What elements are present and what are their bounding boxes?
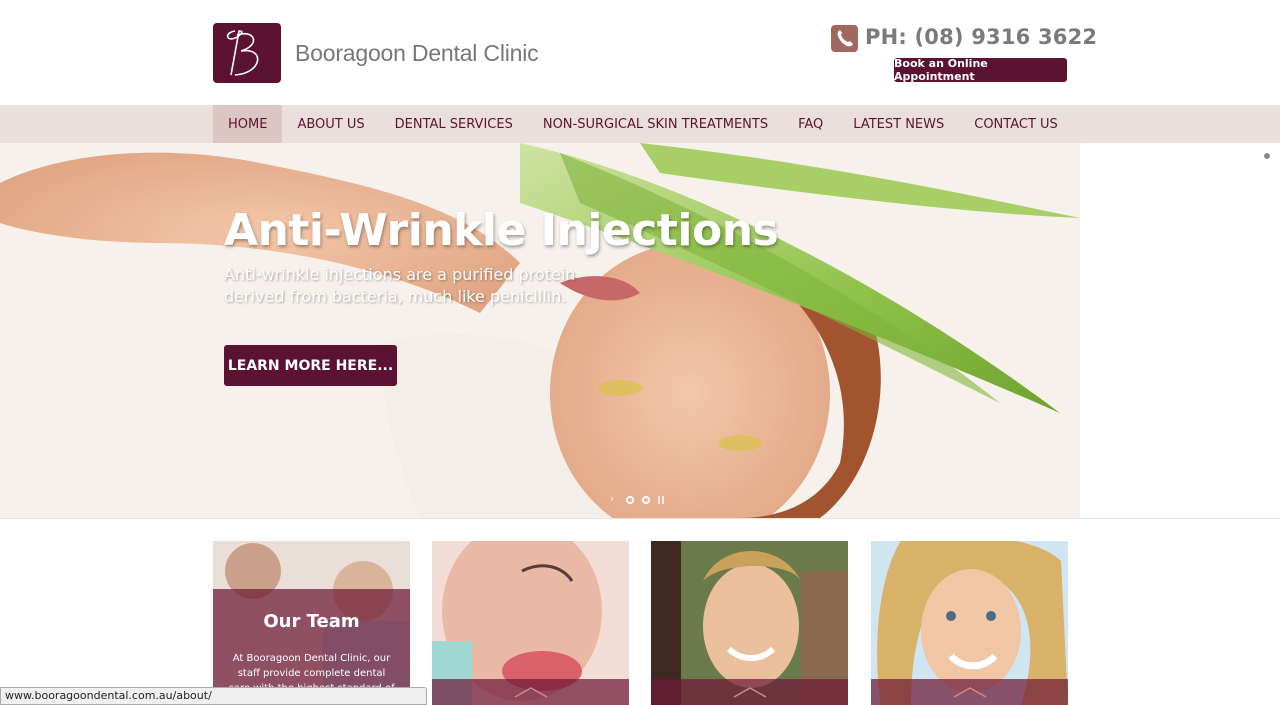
logo-text[interactable]: Booragoon Dental Clinic [295, 40, 539, 67]
nav-item-contact-us[interactable]: CONTACT US [959, 105, 1073, 143]
hero-title: Anti-Wrinkle Injections [224, 205, 779, 256]
slider-dot-1[interactable] [626, 496, 634, 504]
learn-more-button[interactable]: LEARN MORE HERE... [224, 345, 397, 386]
card-dental[interactable] [432, 541, 629, 705]
chevron-up-icon[interactable] [730, 685, 770, 699]
logo-b-icon[interactable] [213, 23, 281, 83]
slider-controls: › [610, 495, 664, 505]
chevron-up-icon[interactable] [950, 685, 990, 699]
card-smile-woman[interactable] [871, 541, 1068, 705]
card-title: Our Team [263, 611, 360, 632]
nav-item-home[interactable]: HOME [213, 105, 283, 143]
hero-slider: Anti-Wrinkle Injections Anti-wrinkle inj… [0, 143, 1280, 518]
hero-subtitle: Anti-wrinkle injections are a purified p… [224, 265, 576, 306]
section-divider [0, 518, 1280, 519]
nav-item-latest-news[interactable]: LATEST NEWS [838, 105, 959, 143]
hero-image [0, 143, 1280, 518]
card-bar [432, 679, 629, 705]
scroll-indicator[interactable] [1264, 153, 1270, 159]
card-smiles[interactable] [651, 541, 848, 705]
phone-number: PH: (08) 9316 3622 [865, 25, 1098, 49]
book-appointment-button[interactable]: Book an Online Appointment [894, 57, 1067, 83]
card-bar [651, 679, 848, 705]
site-header: Booragoon Dental Clinic PH: (08) 9316 36… [0, 0, 1280, 105]
browser-status-bar: www.booragoondental.com.au/about/ [0, 687, 427, 705]
slider-dot-2[interactable] [642, 496, 650, 504]
main-nav: HOME ABOUT US DENTAL SERVICES NON-SURGIC… [0, 105, 1280, 143]
phone-icon [831, 25, 858, 52]
nav-item-skin-treatments[interactable]: NON-SURGICAL SKIN TREATMENTS [528, 105, 783, 143]
card-our-team[interactable]: Our Team At Booragoon Dental Clinic, our… [213, 541, 410, 705]
pause-icon[interactable] [658, 496, 664, 504]
chevron-right-icon[interactable]: › [610, 495, 618, 505]
nav-item-about-us[interactable]: ABOUT US [282, 105, 379, 143]
nav-item-faq[interactable]: FAQ [783, 105, 838, 143]
chevron-up-icon[interactable] [511, 685, 551, 699]
nav-item-dental-services[interactable]: DENTAL SERVICES [380, 105, 528, 143]
card-bar [871, 679, 1068, 705]
